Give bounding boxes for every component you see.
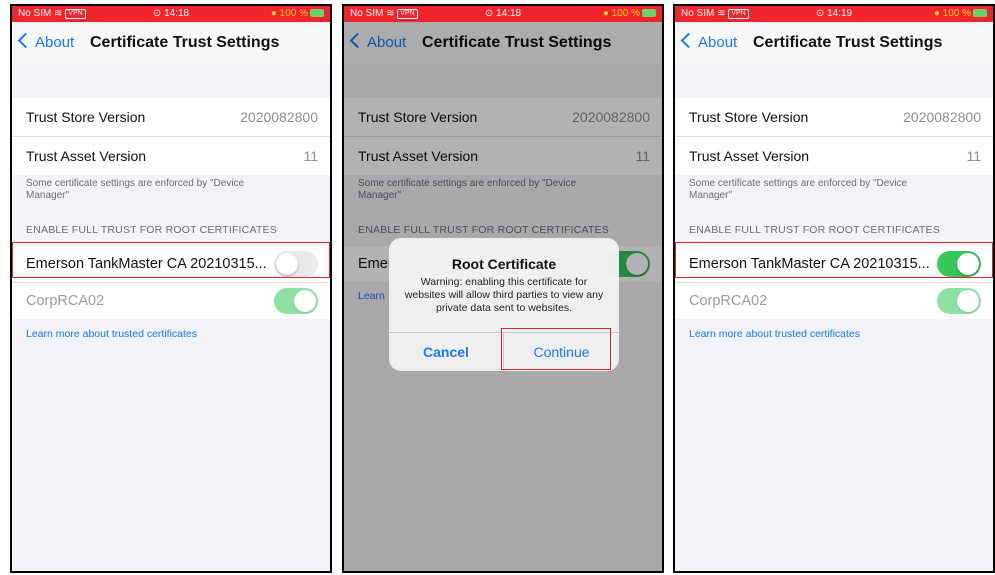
back-button[interactable]: About — [680, 32, 738, 51]
highlight-box — [12, 242, 330, 278]
status-bar: No SIM ≋ VPN ⊙ 14:18 ● 100 % — [344, 6, 662, 22]
trust-store-row: Trust Store Version 2020082800 — [12, 98, 330, 137]
trust-toggle — [937, 288, 981, 314]
highlight-box — [501, 328, 611, 370]
row-label: Trust Store Version — [689, 109, 809, 125]
phone-screen-2: No SIM ≋ VPN ⊙ 14:18 ● 100 % About Certi… — [342, 4, 664, 573]
status-bar: No SIM ≋ VPN ⊙ 14:19 ● 100 % — [675, 6, 993, 22]
certificate-label: CorpRCA02 — [689, 293, 768, 309]
version-group: Trust Store Version 2020082800 Trust Asse… — [12, 98, 330, 175]
managed-footnote: Some certificate settings are enforced b… — [26, 178, 245, 201]
toggle-knob — [957, 290, 979, 312]
battery-percent: ● 100 % — [933, 8, 971, 19]
certificate-row-corprca02: CorpRCA02 — [12, 283, 330, 319]
chevron-left-icon — [17, 32, 34, 49]
status-bar: No SIM ≋ VPN ⊙ 14:18 ● 100 % — [12, 6, 330, 22]
battery-icon — [973, 9, 987, 17]
battery-percent: ● 100 % — [270, 8, 308, 19]
learn-more-link[interactable]: Learn more about trusted certificates — [26, 328, 197, 340]
trust-asset-row: Trust Asset Version 11 — [12, 137, 330, 175]
section-header: ENABLE FULL TRUST FOR ROOT CERTIFICATES — [689, 224, 940, 236]
certificate-label: CorpRCA02 — [26, 293, 105, 309]
section-header: ENABLE FULL TRUST FOR ROOT CERTIFICATES — [26, 224, 277, 236]
battery-icon — [642, 9, 656, 17]
back-button[interactable]: About — [17, 32, 75, 51]
phone-screen-1: No SIM ≋ VPN ⊙ 14:18 ● 100 % About Certi… — [10, 4, 332, 573]
version-group: Trust Store Version 2020082800 Trust Asse… — [675, 98, 993, 175]
certificate-row-corprca02: CorpRCA02 — [675, 283, 993, 319]
back-label: About — [698, 34, 738, 51]
page-title: Certificate Trust Settings — [90, 34, 280, 51]
highlight-box — [675, 242, 993, 278]
nav-bar: About Certificate Trust Settings — [12, 22, 330, 64]
back-label: About — [35, 34, 75, 51]
row-value: 2020082800 — [903, 109, 981, 125]
battery-icon — [310, 9, 324, 17]
trust-toggle — [274, 288, 318, 314]
alert-title: Root Certificate — [451, 256, 557, 272]
row-label: Trust Asset Version — [689, 148, 810, 164]
page-title: Certificate Trust Settings — [753, 34, 943, 51]
row-label: Trust Store Version — [26, 109, 146, 125]
battery-percent: ● 100 % — [602, 8, 640, 19]
row-value: 11 — [303, 148, 318, 164]
learn-more-link[interactable]: Learn more about trusted certificates — [689, 328, 860, 340]
phone-screen-3: No SIM ≋ VPN ⊙ 14:19 ● 100 % About Certi… — [673, 4, 995, 573]
row-value: 2020082800 — [240, 109, 318, 125]
trust-store-row: Trust Store Version 2020082800 — [675, 98, 993, 137]
cancel-button[interactable]: Cancel — [389, 333, 504, 371]
nav-bar: About Certificate Trust Settings — [675, 22, 993, 64]
row-value: 11 — [966, 148, 981, 164]
managed-footnote: Some certificate settings are enforced b… — [689, 178, 908, 201]
alert-message: Warning: enabling this certificate for w… — [404, 276, 604, 314]
chevron-left-icon — [680, 32, 697, 49]
toggle-knob — [294, 290, 316, 312]
trust-asset-row: Trust Asset Version 11 — [675, 137, 993, 175]
row-label: Trust Asset Version — [26, 148, 147, 164]
